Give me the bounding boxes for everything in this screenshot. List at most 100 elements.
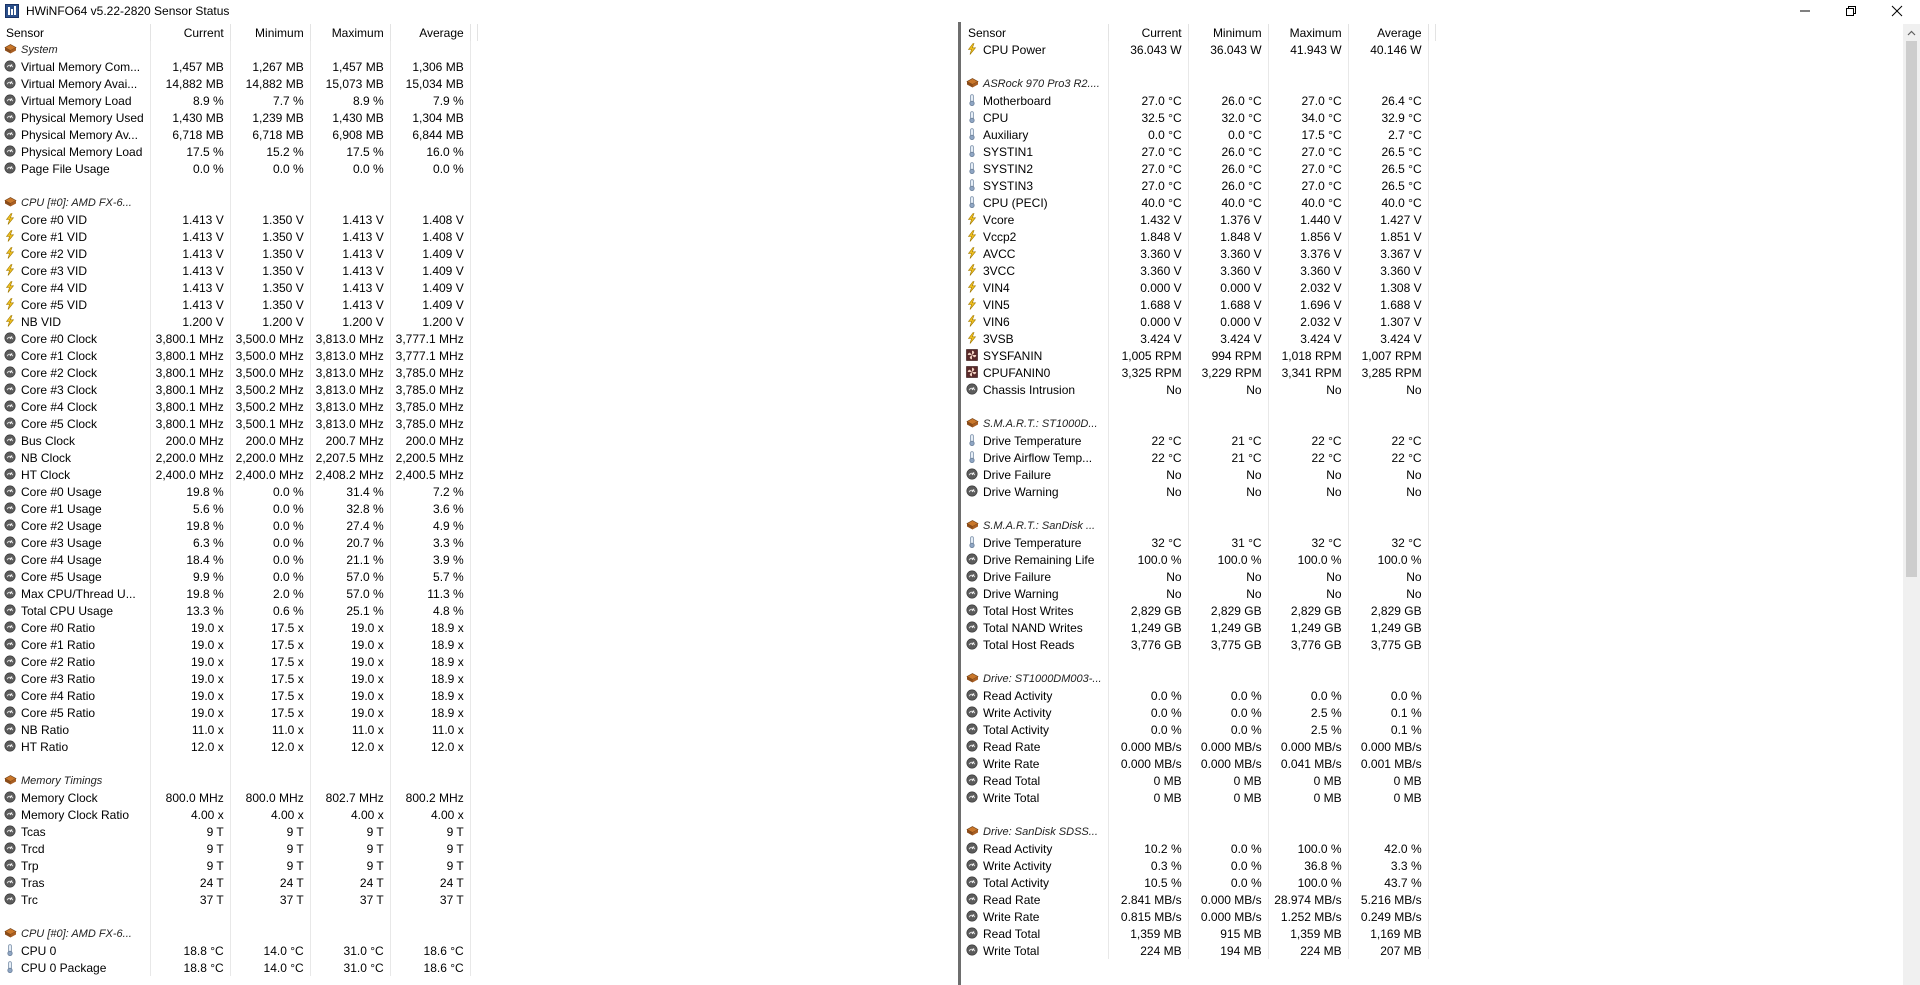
sensor-row-trp[interactable]: Trp 9 T9 T9 T9 T: [0, 857, 477, 874]
column-header-maximum[interactable]: Maximum: [1268, 24, 1349, 41]
sensor-row-write-rate[interactable]: Write Rate 0.815 MB/s 0.000 MB/s 1.252 MB/s…: [962, 908, 1435, 925]
sensor-row-physical-memory-av[interactable]: Physical Memory Av... 6,718 MB 6,718 MB 6,9…: [0, 126, 477, 143]
column-header-minimum[interactable]: Minimum: [1188, 24, 1269, 41]
sensor-row-tcas[interactable]: Tcas 9 T9 T9 T9 T: [0, 823, 477, 840]
sensor-row-core-1-vid[interactable]: Core #1 VID 1.413 V 1.350 V 1.413 V 1.408 V: [0, 228, 477, 245]
sensor-row-read-total[interactable]: Read Total 0 MB 0 MB 0 MB 0 MB: [962, 772, 1435, 789]
sensor-row-drive-warning[interactable]: Drive Warning No No No No: [962, 585, 1435, 602]
sensor-row-cpu-peci[interactable]: CPU (PECI) 40.0 °C 40.0 °C 40.0 °C 40.0 °C: [962, 194, 1435, 211]
sensor-row-nb-vid[interactable]: NB VID 1.200 V 1.200 V 1.200 V 1.200 V: [0, 313, 477, 330]
sensor-pane-left[interactable]: Sensor Current Minimum Maximum Average S…: [0, 24, 958, 985]
sensor-row-systin3[interactable]: SYSTIN3 27.0 °C 26.0 °C 27.0 °C 26.5 °C: [962, 177, 1435, 194]
sensor-row-read-rate[interactable]: Read Rate 2.841 MB/s 0.000 MB/s 28.974 MB/s…: [962, 891, 1435, 908]
sensor-row-memory-clock[interactable]: Memory Clock 800.0 MHz 800.0 MHz 802.7 MHz 8…: [0, 789, 477, 806]
section-header-drive-st1000dm003[interactable]: Drive: ST1000DM003-...: [962, 670, 1435, 687]
sensor-row-read-total[interactable]: Read Total 1,359 MB 915 MB 1,359 MB 1,169 MB: [962, 925, 1435, 942]
sensor-row-core-0-clock[interactable]: Core #0 Clock 3,800.1 MHz 3,500.0 MHz 3,813…: [0, 330, 477, 347]
sensor-row-write-activity[interactable]: Write Activity 0.0 % 0.0 % 2.5 % 0.1 %: [962, 704, 1435, 721]
sensor-row-write-rate[interactable]: Write Rate 0.000 MB/s 0.000 MB/s 0.041 MB/s…: [962, 755, 1435, 772]
sensor-row-core-2-vid[interactable]: Core #2 VID 1.413 V 1.350 V 1.413 V 1.409 V: [0, 245, 477, 262]
sensor-row-max-cpu-thread-u[interactable]: Max CPU/Thread U... 19.8 % 2.0 % 57.0 % 11.3…: [0, 585, 477, 602]
sensor-row-vin4[interactable]: VIN4 0.000 V 0.000 V 2.032 V 1.308 V: [962, 279, 1435, 296]
sensor-row-auxiliary[interactable]: Auxiliary 0.0 °C 0.0 °C 17.5 °C 2.7 °C: [962, 126, 1435, 143]
sensor-row-nb-clock[interactable]: NB Clock 2,200.0 MHz 2,200.0 MHz 2,207.5 MH…: [0, 449, 477, 466]
column-header-sensor[interactable]: Sensor: [962, 24, 1109, 41]
vertical-scrollbar[interactable]: [1903, 24, 1920, 985]
sensor-row-core-2-ratio[interactable]: Core #2 Ratio 19.0 x 17.5 x 19.0 x 18.9 x: [0, 653, 477, 670]
sensor-row-drive-failure[interactable]: Drive Failure No No No No: [962, 568, 1435, 585]
sensor-row-cpu-0[interactable]: CPU 0 18.8 °C 14.0 °C 31.0 °C 18.6 °C: [0, 942, 477, 959]
sensor-row-avcc[interactable]: AVCC 3.360 V 3.360 V 3.376 V 3.367 V: [962, 245, 1435, 262]
sensor-row-vin5[interactable]: VIN5 1.688 V 1.688 V 1.696 V 1.688 V: [962, 296, 1435, 313]
column-header-average[interactable]: Average: [390, 24, 471, 41]
sensor-row-ht-clock[interactable]: HT Clock 2,400.0 MHz 2,400.0 MHz 2,408.2 MH…: [0, 466, 477, 483]
sensor-row-cpu-power[interactable]: CPU Power 36.043 W 36.043 W 41.943 W 40.146 …: [962, 41, 1435, 58]
section-header-cpu-0-amd-fx-6[interactable]: CPU [#0]: AMD FX-6...: [0, 925, 477, 942]
sensor-row-vccp2[interactable]: Vccp2 1.848 V 1.848 V 1.856 V 1.851 V: [962, 228, 1435, 245]
section-header-asrock-970-pro3-r2[interactable]: ASRock 970 Pro3 R2....: [962, 75, 1435, 92]
sensor-row-memory-clock-ratio[interactable]: Memory Clock Ratio 4.00 x 4.00 x 4.00 x 4.00…: [0, 806, 477, 823]
section-header-s-m-a-r-t-st1000d[interactable]: S.M.A.R.T.: ST1000D...: [962, 415, 1435, 432]
minimize-button[interactable]: [1782, 0, 1828, 22]
sensor-row-core-0-vid[interactable]: Core #0 VID 1.413 V 1.350 V 1.413 V 1.408 V: [0, 211, 477, 228]
restore-button[interactable]: [1828, 0, 1874, 22]
sensor-row-core-5-usage[interactable]: Core #5 Usage 9.9 % 0.0 % 57.0 % 5.7 %: [0, 568, 477, 585]
sensor-row-core-5-clock[interactable]: Core #5 Clock 3,800.1 MHz 3,500.1 MHz 3,813…: [0, 415, 477, 432]
sensor-row-vin6[interactable]: VIN6 0.000 V 0.000 V 2.032 V 1.307 V: [962, 313, 1435, 330]
sensor-row-core-1-ratio[interactable]: Core #1 Ratio 19.0 x 17.5 x 19.0 x 18.9 x: [0, 636, 477, 653]
sensor-row-core-3-usage[interactable]: Core #3 Usage 6.3 % 0.0 % 20.7 % 3.3 %: [0, 534, 477, 551]
sensor-row-core-4-vid[interactable]: Core #4 VID 1.413 V 1.350 V 1.413 V 1.409 V: [0, 279, 477, 296]
sensor-row-trc[interactable]: Trc 37 T 37 T 37 T 37 T: [0, 891, 477, 908]
pane-divider[interactable]: [958, 22, 961, 985]
sensor-row-virtual-memory-load[interactable]: Virtual Memory Load 8.9 % 7.7 % 8.9 % 7.9 %: [0, 92, 477, 109]
sensor-row-drive-temperature[interactable]: Drive Temperature 22 °C 21 °C 22 °C 22 °C: [962, 432, 1435, 449]
sensor-row-total-activity[interactable]: Total Activity 0.0 % 0.0 % 2.5 % 0.1 %: [962, 721, 1435, 738]
scroll-up-button[interactable]: [1903, 24, 1920, 41]
column-header-current[interactable]: Current: [1108, 24, 1189, 41]
sensor-row-core-4-usage[interactable]: Core #4 Usage 18.4 % 0.0 % 21.1 % 3.9 %: [0, 551, 477, 568]
section-header-memory-timings[interactable]: Memory Timings: [0, 772, 477, 789]
sensor-row-total-activity[interactable]: Total Activity 10.5 % 0.0 % 100.0 % 43.7 %: [962, 874, 1435, 891]
sensor-row-write-total[interactable]: Write Total 224 MB 194 MB 224 MB 207 MB: [962, 942, 1435, 959]
sensor-row-cpufanin0[interactable]: CPUFANIN0 3,325 RPM 3,229 RPM 3,341 RPM 3,28…: [962, 364, 1435, 381]
sensor-row-sysfanin[interactable]: SYSFANIN 1,005 RPM 994 RPM 1,018 RPM 1,007 R…: [962, 347, 1435, 364]
sensor-row-write-activity[interactable]: Write Activity 0.3 % 0.0 % 36.8 % 3.3 %: [962, 857, 1435, 874]
sensor-row-core-5-ratio[interactable]: Core #5 Ratio 19.0 x 17.5 x 19.0 x 18.9 x: [0, 704, 477, 721]
sensor-row-3vsb[interactable]: 3VSB 3.424 V 3.424 V 3.424 V 3.424 V: [962, 330, 1435, 347]
column-header-sensor[interactable]: Sensor: [0, 24, 151, 41]
sensor-row-write-total[interactable]: Write Total 0 MB 0 MB 0 MB 0 MB: [962, 789, 1435, 806]
sensor-row-core-0-usage[interactable]: Core #0 Usage 19.8 % 0.0 % 31.4 % 7.2 %: [0, 483, 477, 500]
scrollbar-thumb[interactable]: [1906, 41, 1917, 577]
sensor-row-total-host-reads[interactable]: Total Host Reads 3,776 GB 3,775 GB 3,776 GB…: [962, 636, 1435, 653]
sensor-row-core-3-ratio[interactable]: Core #3 Ratio 19.0 x 17.5 x 19.0 x 18.9 x: [0, 670, 477, 687]
sensor-row-systin2[interactable]: SYSTIN2 27.0 °C 26.0 °C 27.0 °C 26.5 °C: [962, 160, 1435, 177]
section-header-s-m-a-r-t-sandisk[interactable]: S.M.A.R.T.: SanDisk ...: [962, 517, 1435, 534]
sensor-row-chassis-intrusion[interactable]: Chassis Intrusion No No No No: [962, 381, 1435, 398]
sensor-row-physical-memory-load[interactable]: Physical Memory Load 17.5 % 15.2 % 17.5 % 16…: [0, 143, 477, 160]
section-header-drive-sandisk-sdss[interactable]: Drive: SanDisk SDSS...: [962, 823, 1435, 840]
column-header-minimum[interactable]: Minimum: [230, 24, 311, 41]
close-button[interactable]: [1874, 0, 1920, 22]
sensor-row-core-0-ratio[interactable]: Core #0 Ratio 19.0 x 17.5 x 19.0 x 18.9 x: [0, 619, 477, 636]
sensor-row-bus-clock[interactable]: Bus Clock 200.0 MHz 200.0 MHz 200.7 MHz 200.…: [0, 432, 477, 449]
sensor-row-core-2-clock[interactable]: Core #2 Clock 3,800.1 MHz 3,500.0 MHz 3,813…: [0, 364, 477, 381]
sensor-row-virtual-memory-com[interactable]: Virtual Memory Com... 1,457 MB 1,267 MB 1,4…: [0, 58, 477, 75]
sensor-row-read-rate[interactable]: Read Rate 0.000 MB/s 0.000 MB/s 0.000 MB/s 0…: [962, 738, 1435, 755]
sensor-row-drive-temperature[interactable]: Drive Temperature 32 °C 31 °C 32 °C 32 °C: [962, 534, 1435, 551]
sensor-row-3vcc[interactable]: 3VCC 3.360 V 3.360 V 3.360 V 3.360 V: [962, 262, 1435, 279]
sensor-row-core-2-usage[interactable]: Core #2 Usage 19.8 % 0.0 % 27.4 % 4.9 %: [0, 517, 477, 534]
sensor-row-total-nand-writes[interactable]: Total NAND Writes 1,249 GB 1,249 GB 1,249 G…: [962, 619, 1435, 636]
sensor-row-total-cpu-usage[interactable]: Total CPU Usage 13.3 % 0.6 % 25.1 % 4.8 %: [0, 602, 477, 619]
sensor-row-drive-airflow-temp[interactable]: Drive Airflow Temp... 22 °C 21 °C 22 °C 22 °…: [962, 449, 1435, 466]
sensor-row-drive-remaining-life[interactable]: Drive Remaining Life 100.0 % 100.0 % 100.0 …: [962, 551, 1435, 568]
sensor-row-cpu[interactable]: CPU 32.5 °C 32.0 °C 34.0 °C 32.9 °C: [962, 109, 1435, 126]
sensor-row-systin1[interactable]: SYSTIN1 27.0 °C 26.0 °C 27.0 °C 26.5 °C: [962, 143, 1435, 160]
sensor-pane-right[interactable]: Sensor Current Minimum Maximum Average C…: [962, 24, 1900, 985]
sensor-row-core-3-vid[interactable]: Core #3 VID 1.413 V 1.350 V 1.413 V 1.409 V: [0, 262, 477, 279]
sensor-row-drive-warning[interactable]: Drive Warning No No No No: [962, 483, 1435, 500]
section-header-system[interactable]: System: [0, 41, 477, 58]
sensor-row-page-file-usage[interactable]: Page File Usage 0.0 % 0.0 % 0.0 % 0.0 %: [0, 160, 477, 177]
sensor-row-core-4-ratio[interactable]: Core #4 Ratio 19.0 x 17.5 x 19.0 x 18.9 x: [0, 687, 477, 704]
sensor-row-core-1-usage[interactable]: Core #1 Usage 5.6 % 0.0 % 32.8 % 3.6 %: [0, 500, 477, 517]
column-header-current[interactable]: Current: [150, 24, 231, 41]
